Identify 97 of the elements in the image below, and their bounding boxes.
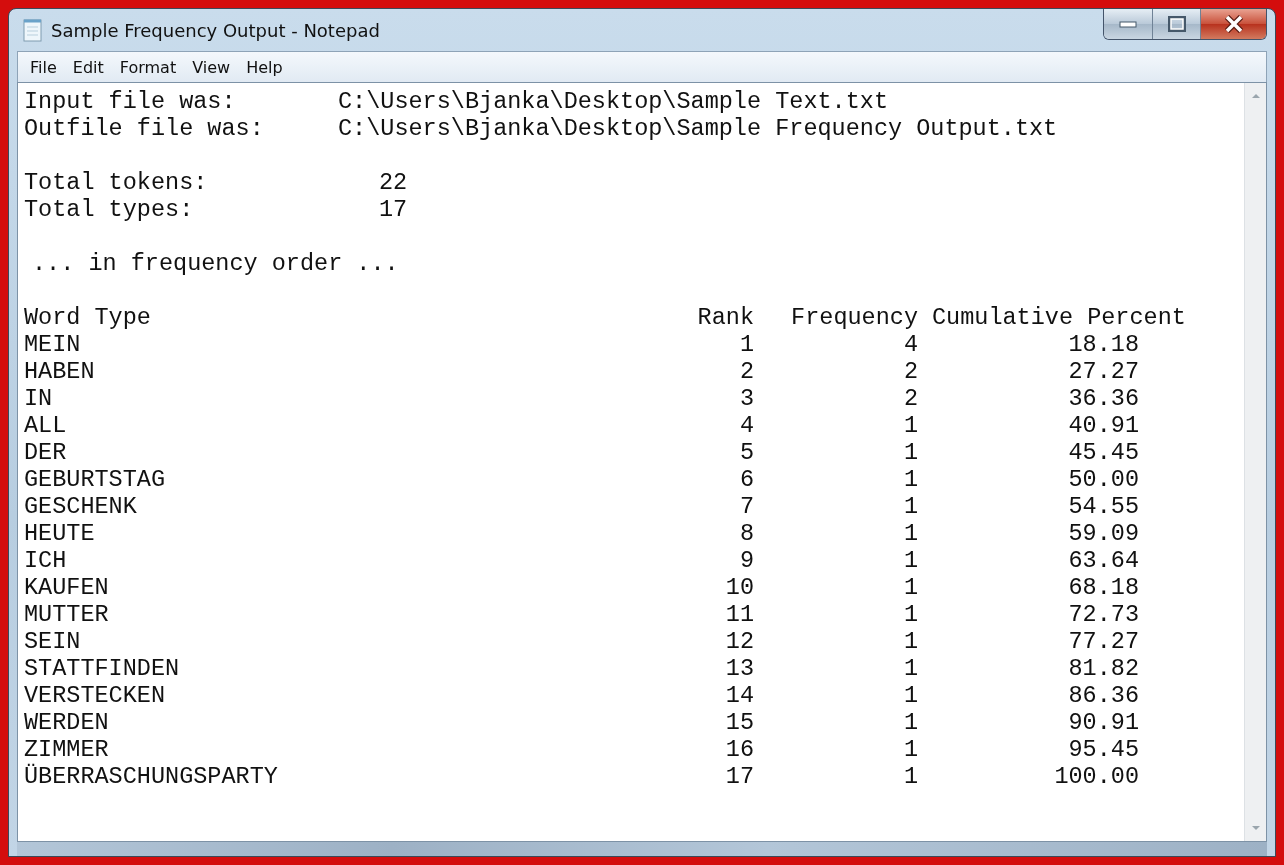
table-cell-text: SEIN [24,628,82,655]
table-cell-text: 4 [902,331,919,358]
menu-item[interactable]: View [184,55,239,79]
scroll-up-icon[interactable] [1250,93,1261,99]
menu-item[interactable]: File [22,55,65,79]
table-cell-text: 1 [902,439,919,466]
table-cell-text: 54.55 [1067,493,1140,520]
table-cell-text: 1 [902,574,919,601]
table-cell-text: HEUTE [24,520,96,547]
table-cell-text: GESCHENK [24,493,138,520]
table-cell-text: 63.64 [1067,547,1140,574]
table-cell-text: STATTFINDEN [24,655,181,682]
maximize-button[interactable] [1152,9,1200,39]
text-label: Outfile file was: [24,115,265,142]
table-cell-text: 1 [738,331,754,358]
table-cell-text: VERSTECKEN [24,682,167,709]
table-cell-text: 36.36 [1067,385,1140,412]
table-cell-text: 6 [738,466,754,493]
table-cell-text: 1 [902,682,919,709]
table-cell-text: 72.73 [1067,601,1140,628]
table-cell-text: 100.00 [1053,763,1140,790]
table-cell-text: 1 [902,547,919,574]
table-cell-text: 1 [902,736,919,763]
table-cell-text: 10 [724,574,754,601]
menu-item[interactable]: Edit [64,55,112,79]
table-cell-text: 1 [902,520,919,547]
table-cell-text: 40.91 [1067,412,1140,439]
table-cell-text: 2 [738,358,754,385]
table-cell-text: IN [24,385,54,412]
table-cell-text: MEIN [24,331,82,358]
table-cell-text: 4 [738,412,754,439]
table-cell-text: 1 [902,709,919,736]
table-cell-text: 9 [738,547,754,574]
table-cell-text: 2 [902,385,919,412]
file-path: C:\Users\Bjanka\Desktop\Sample Frequency Output.txt [338,115,1059,142]
table-cell-text: 1 [902,493,919,520]
column-header: Cumulative Percent [932,304,1187,331]
table-cell-text: 90.91 [1067,709,1140,736]
table-cell-text: MUTTER [24,601,110,628]
table-cell-text: 50.00 [1067,466,1140,493]
table-cell-text: 45.45 [1067,439,1140,466]
table-cell-text: 59.09 [1067,520,1140,547]
close-button[interactable] [1200,9,1266,39]
table-cell-text: 18.18 [1067,331,1140,358]
table-cell-text: 1 [902,601,919,628]
table-cell-text: 13 [724,655,754,682]
table-cell-text: 7 [738,493,754,520]
table-cell-text: WERDEN [24,709,110,736]
column-header: Word Type [24,304,152,331]
table-cell-text: 86.36 [1067,682,1140,709]
table-cell-text: 3 [738,385,754,412]
table-cell-text: 14 [724,682,754,709]
table-cell-text: 95.45 [1067,736,1140,763]
file-path: C:\Users\Bjanka\Desktop\Sample Text.txt [338,88,889,115]
table-cell-text: GEBURTSTAG [24,466,167,493]
count-value: 22 [379,169,409,196]
menu-item[interactable]: Help [238,55,291,79]
table-cell-text: HABEN [24,358,96,385]
section-note: ... in frequency order ... [31,250,400,277]
table-cell-text: 5 [738,439,754,466]
table-cell-text: 11 [724,601,754,628]
table-cell-text: ÜBERRASCHUNGSPARTY [24,763,279,790]
table-cell-text: ALL [24,412,68,439]
window-title: Sample Frequency Output - Notepad [51,19,380,41]
close-icon [1222,15,1245,33]
table-cell-text: 17 [724,763,754,790]
column-header: Frequency [790,304,919,331]
table-cell-text: KAUFEN [24,574,110,601]
table-cell-text: 1 [902,763,919,790]
table-cell-text: 68.18 [1067,574,1140,601]
table-cell-text: 27.27 [1067,358,1140,385]
table-cell-text: ZIMMER [24,736,110,763]
scrollbar[interactable] [1244,83,1266,841]
table-cell-text: DER [24,439,68,466]
table-cell-text: 2 [902,358,919,385]
count-value: 17 [379,196,409,223]
text-label: Total tokens: [24,169,209,196]
table-cell-text: 1 [902,628,919,655]
table-cell-text: 12 [724,628,754,655]
table-cell-text: 15 [724,709,754,736]
table-cell-text: 81.82 [1067,655,1140,682]
notepad-icon [23,18,43,42]
table-cell-text: 8 [738,520,754,547]
minimize-icon [1119,20,1137,28]
text-label: Input file was: [24,88,237,115]
column-header: Rank [696,304,754,331]
table-cell-text: 1 [902,466,919,493]
table-cell-text: 1 [902,655,919,682]
menu-item[interactable]: Format [111,55,185,79]
table-cell-text: 16 [724,736,754,763]
table-cell-text: ICH [24,547,68,574]
table-cell-text: 77.27 [1067,628,1140,655]
scroll-down-icon[interactable] [1250,825,1261,831]
text-label: Total types: [24,196,195,223]
table-cell-text: 1 [902,412,919,439]
maximize-icon [1167,16,1186,32]
minimize-button[interactable] [1104,9,1152,39]
